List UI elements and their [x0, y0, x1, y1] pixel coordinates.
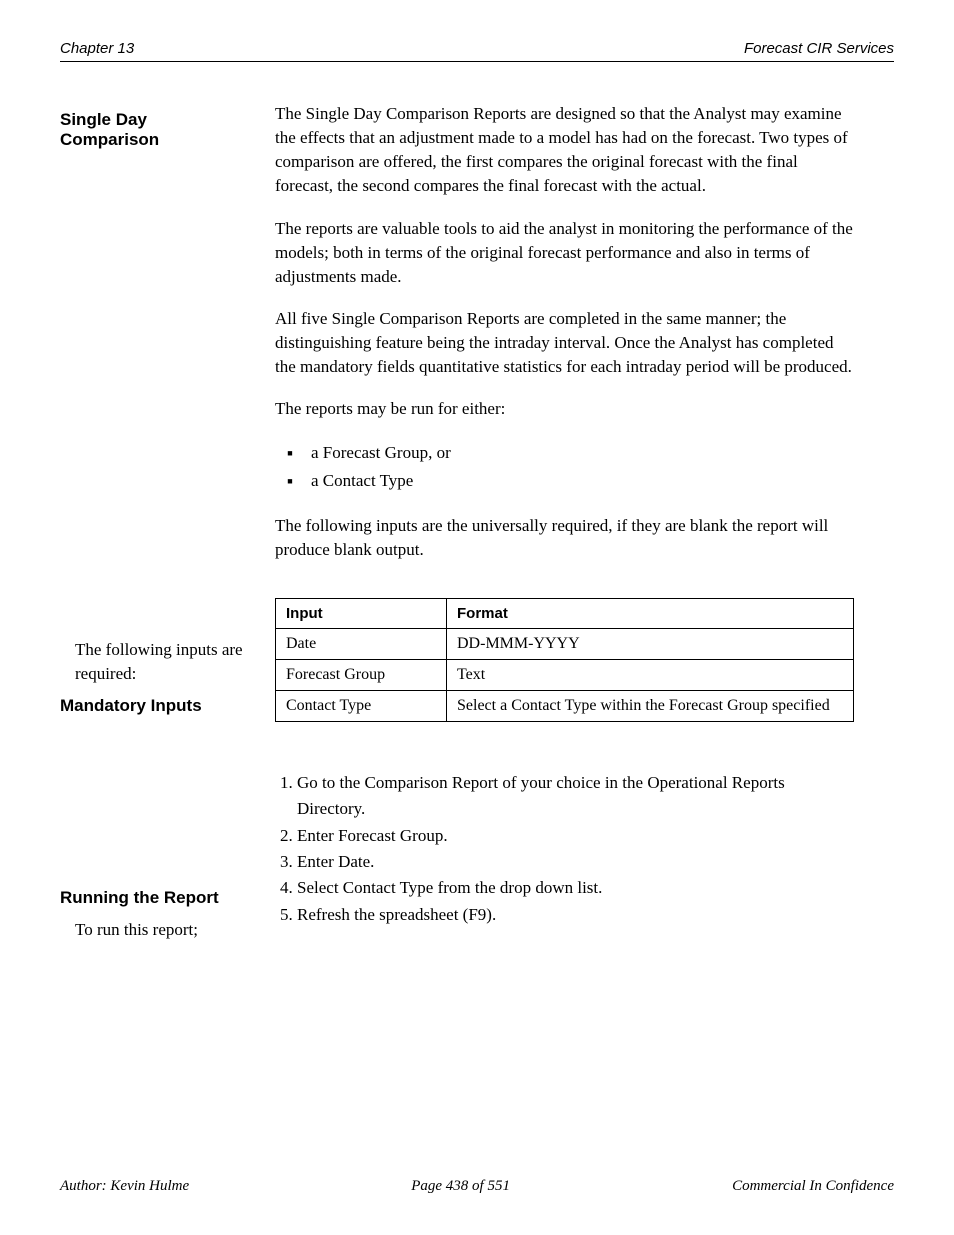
step-item: Select Contact Type from the drop down l… — [297, 875, 854, 901]
step-item: Enter Forecast Group. — [297, 823, 854, 849]
table-header-format: Format — [447, 599, 854, 629]
intro-para-1: The Single Day Comparison Reports are de… — [275, 102, 854, 199]
footer-confidential: Commercial In Confidence — [732, 1178, 894, 1195]
footer-author: Author: Kevin Hulme — [60, 1178, 189, 1195]
table-row: Date DD-MMM-YYYY — [276, 629, 854, 660]
inputs-table: Input Format Date DD-MMM-YYYY Forecast G… — [275, 598, 854, 722]
inputs-label: Mandatory Inputs — [60, 696, 265, 716]
step-item: Refresh the spreadsheet (F9). — [297, 902, 854, 928]
list-item: a Forecast Group, or — [275, 439, 854, 466]
running-label: Running the Report — [60, 888, 265, 908]
list-item: a Contact Type — [275, 467, 854, 494]
header-section: Forecast CIR Services — [744, 40, 894, 57]
inputs-lead: The following inputs are required: — [75, 638, 270, 686]
intro-para-2: The reports are valuable tools to aid th… — [275, 217, 854, 289]
table-row: Contact Type Select a Contact Type withi… — [276, 691, 854, 722]
table-header-input: Input — [276, 599, 447, 629]
running-lead: To run this report; — [75, 918, 270, 942]
intro-para-4: The reports may be run for either: — [275, 397, 854, 421]
step-item: Go to the Comparison Report of your choi… — [297, 770, 854, 823]
after-bullets-para: The following inputs are the universally… — [275, 514, 854, 562]
step-item: Enter Date. — [297, 849, 854, 875]
intro-para-3: All five Single Comparison Reports are c… — [275, 307, 854, 379]
table-row: Forecast Group Text — [276, 660, 854, 691]
section-title: Single Day Comparison — [60, 110, 265, 150]
steps-list: Go to the Comparison Report of your choi… — [275, 770, 854, 928]
header-chapter: Chapter 13 — [60, 40, 134, 57]
run-options-list: a Forecast Group, or a Contact Type — [275, 439, 854, 493]
footer-page: Page 438 of 551 — [411, 1178, 510, 1195]
